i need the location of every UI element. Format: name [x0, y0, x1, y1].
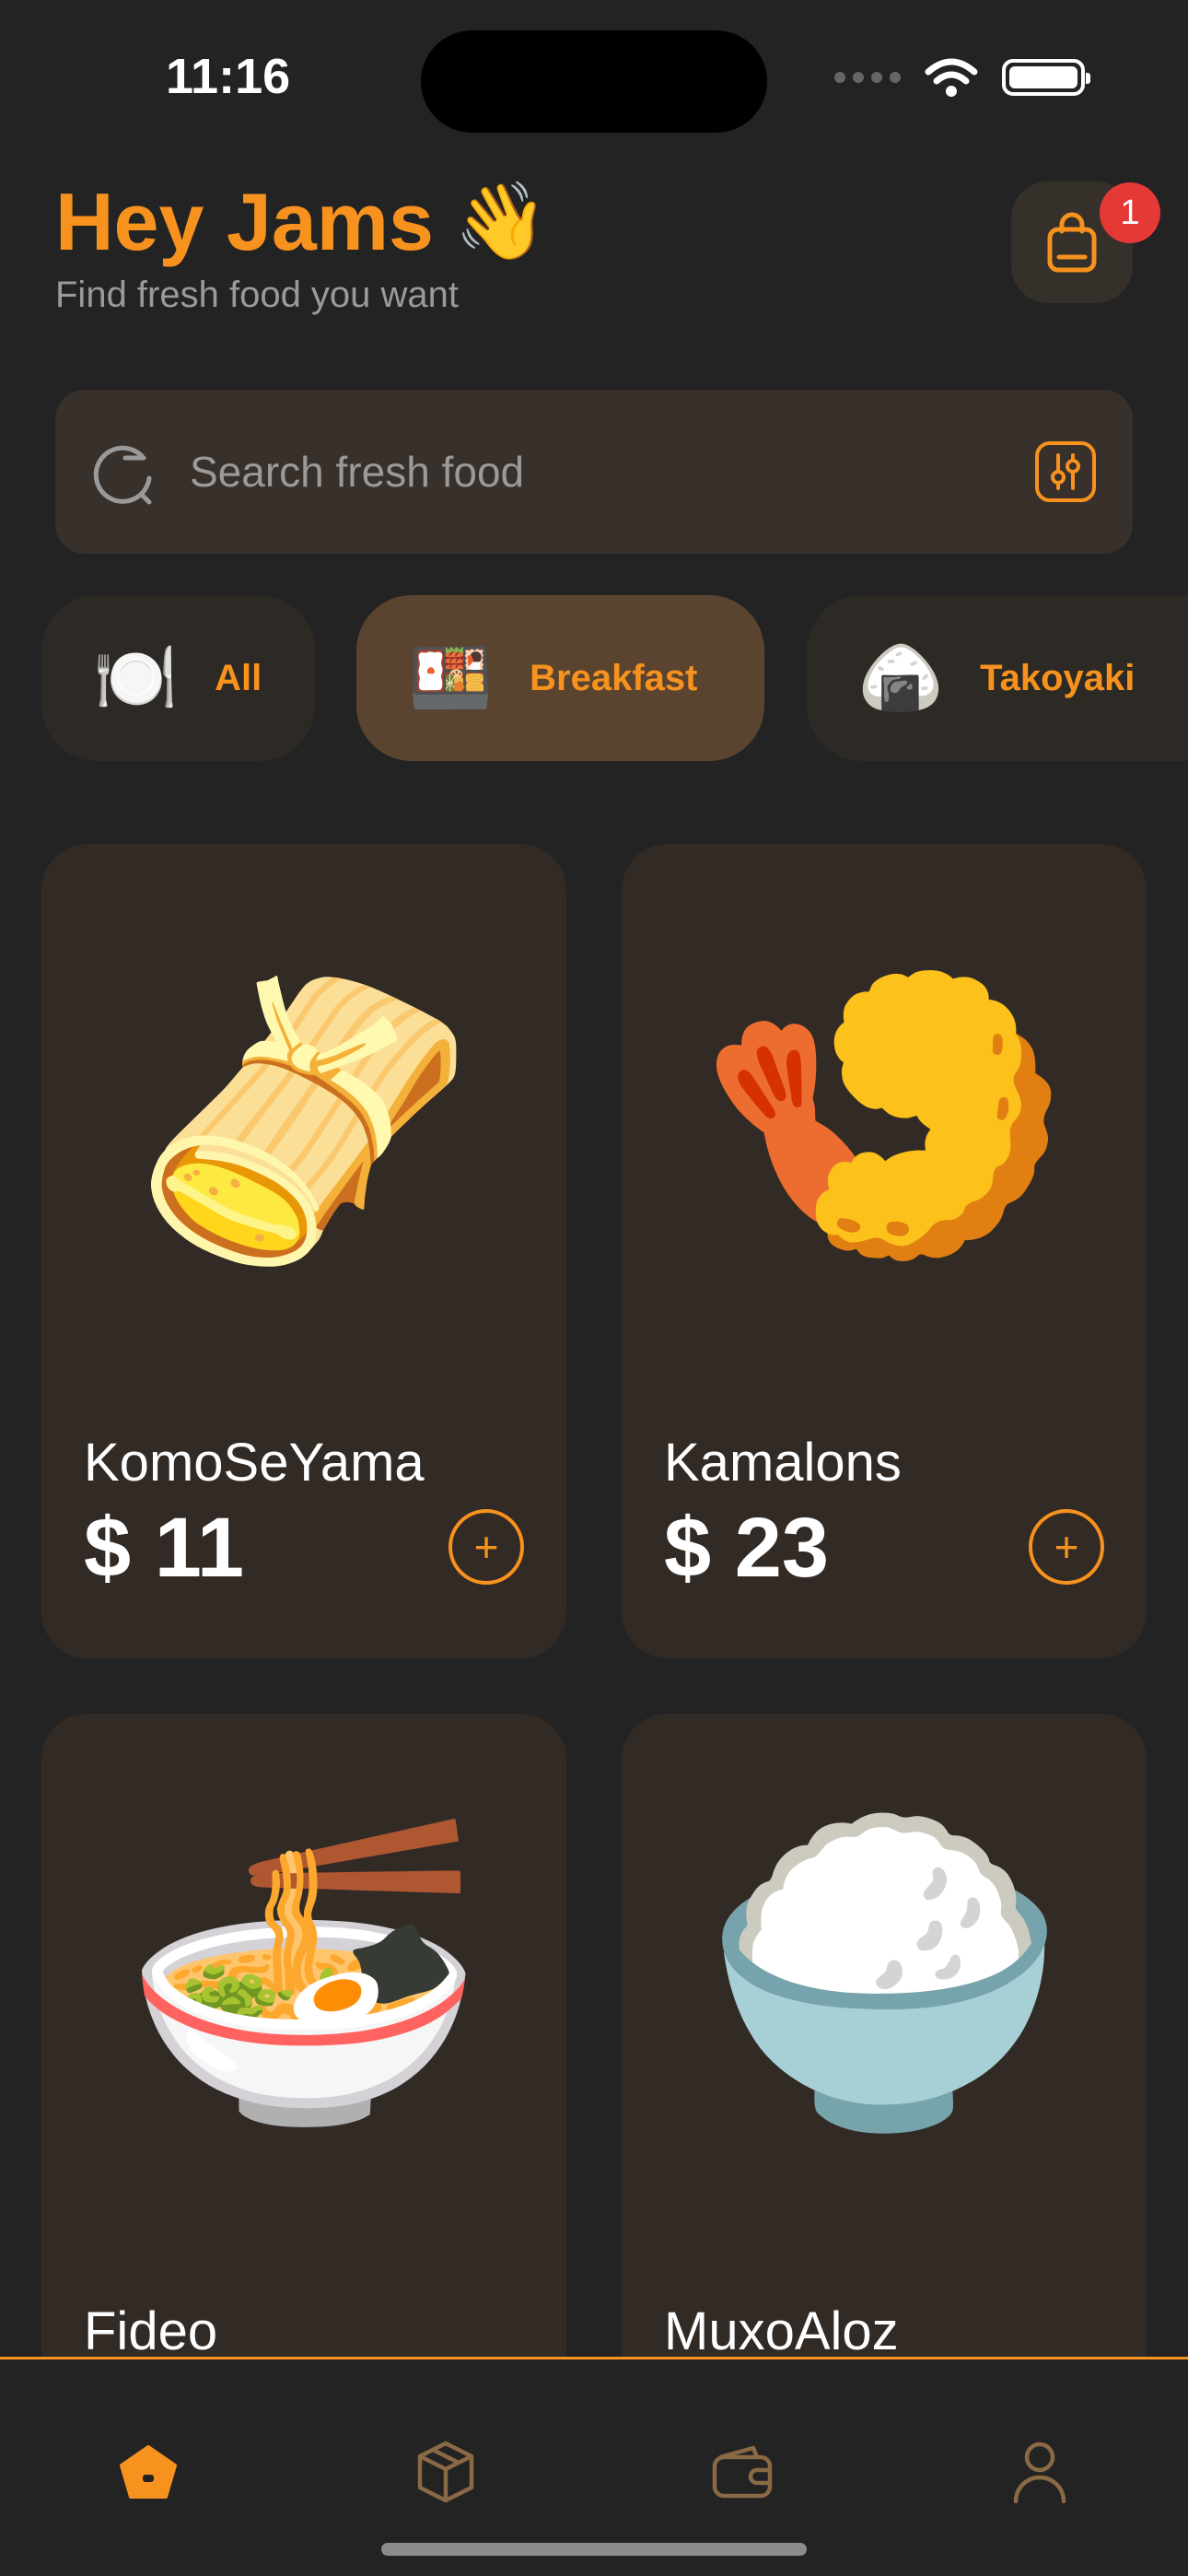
- category-breakfast[interactable]: 🍱 Breakfast: [356, 595, 764, 761]
- product-card-muxoaloz[interactable]: 🍚 MuxoAloz: [622, 1714, 1147, 2359]
- category-takoyaki[interactable]: 🍙 Takoyaki: [807, 595, 1188, 761]
- noodle-bowl-icon: 🍜: [120, 1807, 488, 2137]
- add-to-cart-button[interactable]: +: [448, 1509, 524, 1585]
- greeting-text: Hey Jams: [55, 176, 434, 267]
- fried-shrimp-icon: 🍤: [694, 945, 1074, 1285]
- greeting-title: Hey Jams 👋: [55, 175, 548, 269]
- rice-bowl-icon: 🍚: [700, 1807, 1068, 2137]
- search-bar: [55, 390, 1133, 554]
- product-card-fideo[interactable]: 🍜 Fideo: [41, 1714, 566, 2359]
- filter-sliders-icon: [1051, 453, 1080, 490]
- nav-wallet[interactable]: [705, 2435, 779, 2509]
- wifi-icon: [925, 58, 978, 97]
- profile-icon: [1013, 2441, 1066, 2503]
- status-time: 11:16: [166, 49, 291, 104]
- category-all[interactable]: 🍽️ All: [41, 595, 315, 761]
- nav-home[interactable]: [111, 2435, 185, 2509]
- battery-icon: [1002, 59, 1090, 96]
- product-card-kamalons[interactable]: 🍤 Kamalons $ 23 +: [622, 844, 1147, 1658]
- search-icon: [93, 445, 152, 505]
- greeting-subtitle: Find fresh food you want: [55, 275, 460, 315]
- home-icon: [120, 2445, 177, 2499]
- cart-count-badge: 1: [1100, 182, 1160, 243]
- category-label: Breakfast: [530, 657, 698, 698]
- product-price: $ 11: [84, 1501, 244, 1595]
- rice-ball-icon: 🍙: [858, 639, 944, 716]
- product-name: KomoSeYama: [84, 1433, 425, 1493]
- category-label: All: [215, 657, 262, 698]
- wave-hand-icon: 👋: [453, 180, 549, 263]
- add-to-cart-button[interactable]: +: [1029, 1509, 1104, 1585]
- tamale-icon: 🫔: [132, 966, 476, 1275]
- product-name: Kamalons: [664, 1433, 902, 1493]
- wallet-icon: [712, 2445, 773, 2499]
- nav-orders[interactable]: [409, 2435, 483, 2509]
- cellular-signal-icon: [834, 72, 901, 83]
- product-card-komoseyama[interactable]: 🫔 KomoSeYama $ 11 +: [41, 844, 566, 1658]
- plate-cutlery-icon: 🍽️: [93, 639, 179, 716]
- bento-box-icon: 🍱: [408, 639, 494, 716]
- filter-button[interactable]: [1035, 441, 1096, 502]
- box-icon: [417, 2441, 474, 2503]
- search-input[interactable]: [188, 439, 943, 504]
- category-label: Takoyaki: [980, 657, 1136, 698]
- dynamic-island: [421, 30, 767, 133]
- shopping-bag-icon: [1047, 212, 1097, 273]
- product-name: MuxoAloz: [664, 2301, 899, 2359]
- nav-profile[interactable]: [1003, 2435, 1077, 2509]
- product-price: $ 23: [664, 1501, 830, 1595]
- product-name: Fideo: [84, 2301, 218, 2359]
- home-indicator[interactable]: [381, 2543, 807, 2556]
- status-indicators: [834, 57, 1090, 98]
